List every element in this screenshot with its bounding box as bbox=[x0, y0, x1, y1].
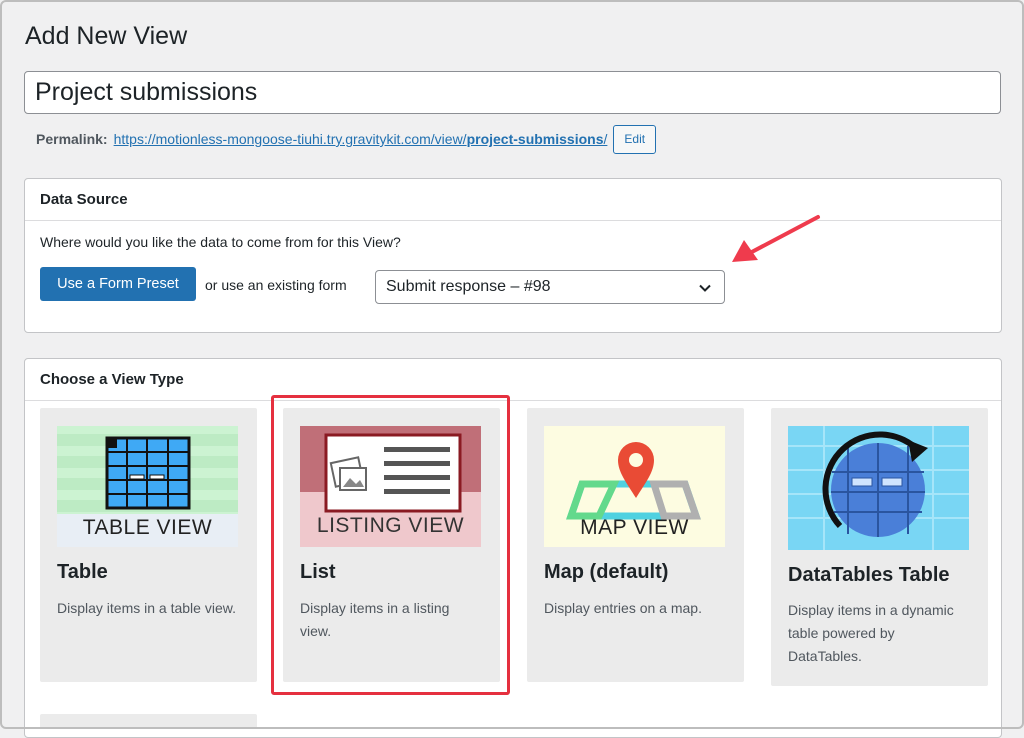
view-type-card-table[interactable]: TABLE VIEW Table Display items in a tabl… bbox=[40, 408, 257, 682]
view-type-card-map[interactable]: MAP VIEW Map (default) Display entries o… bbox=[527, 408, 744, 682]
view-type-name: Map (default) bbox=[544, 561, 669, 583]
page-title: Add New View bbox=[25, 22, 188, 50]
form-select-value: Submit response – #98 bbox=[386, 278, 551, 295]
form-select[interactable]: Submit response – #98 bbox=[375, 270, 725, 304]
datatables-thumbnail bbox=[788, 426, 969, 550]
annotation-arrow-icon bbox=[732, 215, 820, 262]
use-form-preset-button[interactable]: Use a Form Preset bbox=[40, 267, 196, 301]
view-type-description: Display items in a table view. bbox=[57, 600, 236, 616]
permalink-link[interactable]: https://motionless-mongoose-tiuhi.try.gr… bbox=[114, 131, 608, 147]
map-thumb-caption: MAP VIEW bbox=[580, 516, 689, 539]
data-source-heading: Data Source bbox=[25, 179, 1001, 221]
table-thumb-caption: TABLE VIEW bbox=[82, 516, 213, 539]
permalink-label: Permalink: bbox=[36, 131, 108, 147]
data-source-question: Where would you like the data to come fr… bbox=[40, 234, 401, 250]
edit-permalink-button[interactable]: Edit bbox=[613, 124, 657, 154]
or-existing-form-text: or use an existing form bbox=[205, 277, 347, 293]
view-type-description: Display items in a dynamic table powered… bbox=[788, 602, 954, 664]
permalink-row: Permalink: https://motionless-mongoose-t… bbox=[36, 124, 657, 154]
view-type-card-datatables[interactable]: DataTables Table Display items in a dyna… bbox=[771, 408, 988, 686]
view-type-name: DataTables Table bbox=[788, 564, 950, 586]
view-type-name: Table bbox=[57, 561, 108, 583]
data-source-panel: Data Source Where would you like the dat… bbox=[24, 178, 1002, 333]
chevron-down-icon bbox=[699, 284, 711, 292]
view-type-heading: Choose a View Type bbox=[25, 359, 1001, 401]
view-type-description: Display entries on a map. bbox=[544, 600, 702, 616]
view-title-input[interactable]: Project submissions bbox=[24, 71, 1001, 114]
view-type-card-partial[interactable] bbox=[40, 714, 257, 729]
selection-highlight-box bbox=[271, 395, 510, 695]
